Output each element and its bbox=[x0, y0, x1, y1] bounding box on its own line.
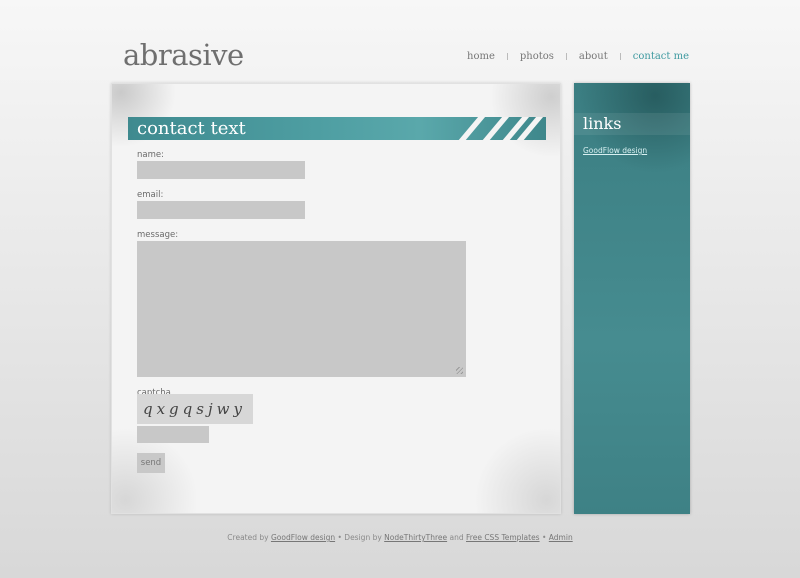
send-button[interactable]: send bbox=[137, 453, 165, 473]
nav-home[interactable]: home bbox=[455, 51, 507, 62]
nav-photos[interactable]: photos bbox=[508, 51, 566, 62]
footer-and: and bbox=[449, 533, 464, 542]
sidebar-title: links bbox=[583, 114, 622, 133]
sidebar: links GoodFlow design bbox=[574, 83, 690, 514]
footer-link-free-css[interactable]: Free CSS Templates bbox=[466, 533, 540, 542]
main-nav: home photos about contact me bbox=[455, 51, 701, 62]
message-field[interactable] bbox=[137, 241, 466, 377]
site-logo[interactable]: abrasive bbox=[123, 38, 244, 72]
captcha-field[interactable] bbox=[137, 426, 209, 443]
captcha-image: qxgqsjwy bbox=[137, 394, 253, 424]
content-title-bar: contact text bbox=[128, 117, 546, 140]
message-label: message: bbox=[137, 230, 179, 240]
name-label: name: bbox=[137, 150, 164, 160]
sidebar-link-goodflow[interactable]: GoodFlow design bbox=[583, 146, 647, 155]
email-label: email: bbox=[137, 190, 164, 200]
footer-link-goodflow[interactable]: GoodFlow design bbox=[271, 533, 335, 542]
nav-contact[interactable]: contact me bbox=[621, 51, 701, 62]
contact-form: name: email: message: captcha bbox=[137, 150, 466, 398]
nav-about[interactable]: about bbox=[567, 51, 620, 62]
footer-link-nodethirtythree[interactable]: NodeThirtyThree bbox=[384, 533, 447, 542]
footer-design-by: Design by bbox=[344, 533, 382, 542]
footer: Created by GoodFlow design • Design by N… bbox=[227, 533, 573, 542]
footer-created-by: Created by bbox=[227, 533, 269, 542]
name-field[interactable] bbox=[137, 161, 305, 179]
page-title: contact text bbox=[137, 118, 246, 139]
email-field[interactable] bbox=[137, 201, 305, 219]
resize-grip-icon[interactable] bbox=[456, 367, 463, 374]
footer-link-admin[interactable]: Admin bbox=[549, 533, 573, 542]
content-panel: contact text name: email: message: captc… bbox=[111, 83, 561, 514]
